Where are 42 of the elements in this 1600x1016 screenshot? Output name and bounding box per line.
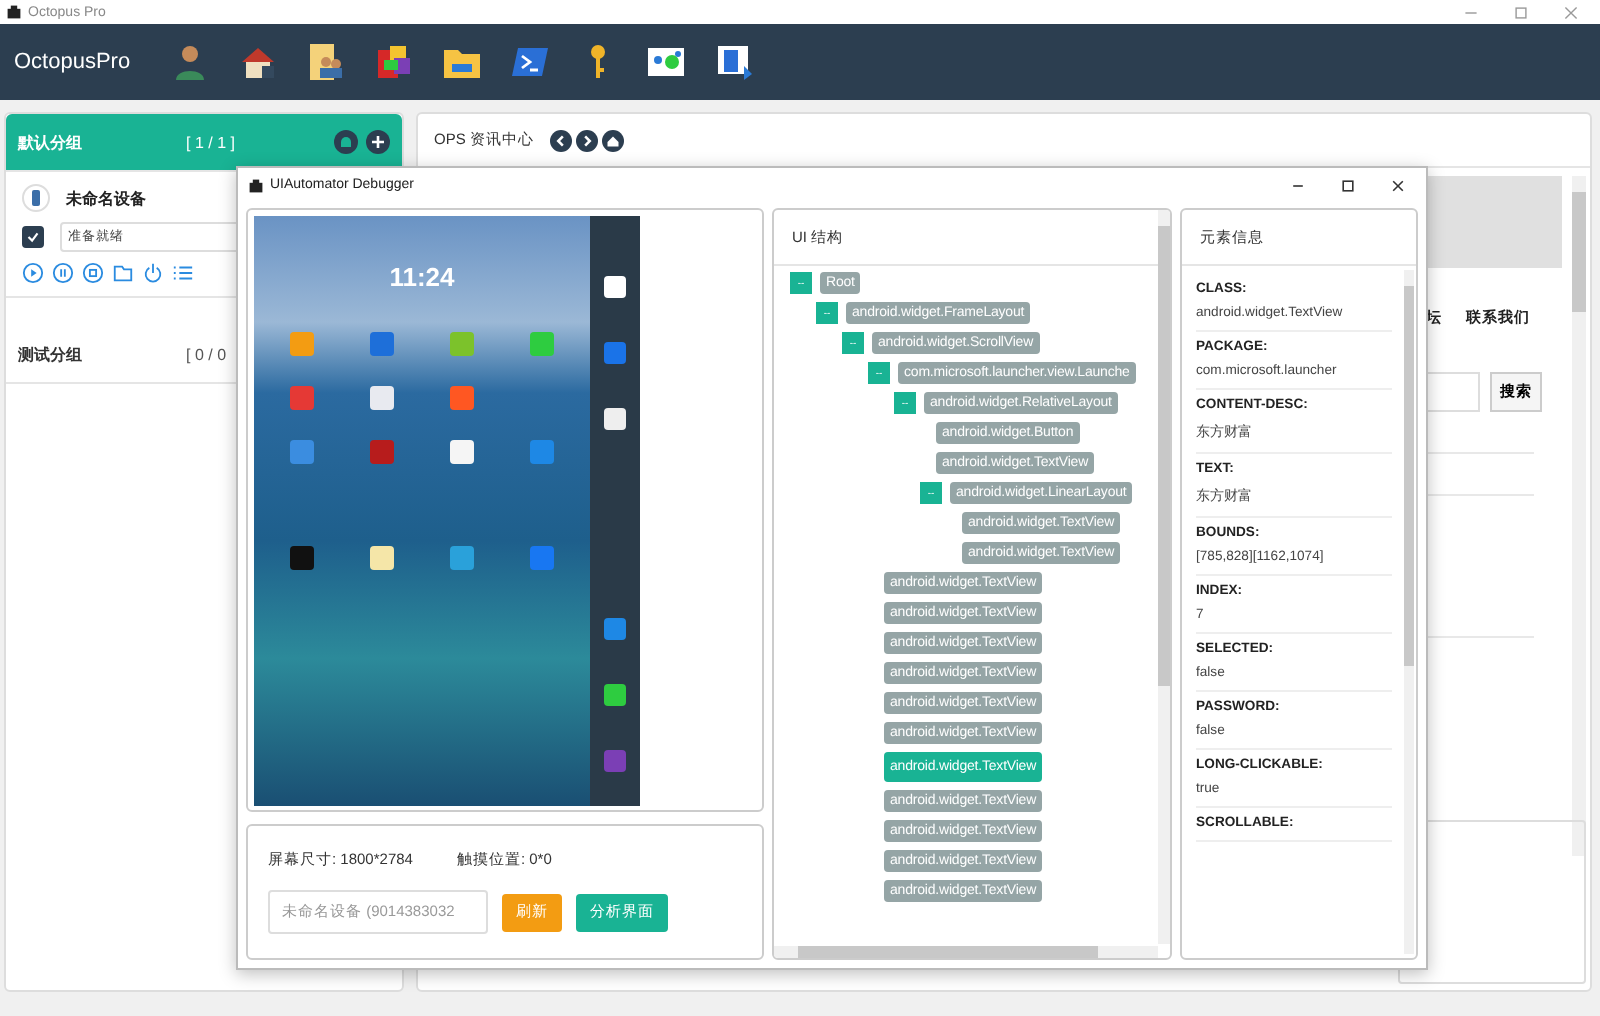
group-count: [ 1 / 1 ] bbox=[186, 133, 235, 151]
device-name: 未命名设备 bbox=[66, 187, 146, 209]
house-icon[interactable] bbox=[238, 42, 278, 82]
group-name: 测试分组 bbox=[18, 343, 84, 365]
pause-icon[interactable] bbox=[52, 262, 74, 284]
app-icon[interactable] bbox=[604, 342, 626, 364]
cubes-icon[interactable] bbox=[374, 42, 414, 82]
add-icon[interactable] bbox=[366, 130, 390, 154]
group-count: [ 0 / 0 bbox=[186, 345, 227, 363]
forward-icon[interactable] bbox=[575, 129, 598, 151]
phone-icon bbox=[22, 184, 50, 212]
home-icon[interactable] bbox=[601, 129, 624, 151]
scrollbar[interactable] bbox=[1404, 270, 1414, 954]
list-icon[interactable] bbox=[172, 262, 194, 284]
scrollbar[interactable] bbox=[1572, 176, 1586, 856]
window-arrow-icon[interactable] bbox=[714, 42, 754, 82]
play-icon[interactable] bbox=[22, 262, 44, 284]
folder-icon[interactable] bbox=[112, 262, 134, 284]
app-icon[interactable] bbox=[604, 618, 626, 640]
network-icon[interactable] bbox=[646, 42, 686, 82]
back-icon[interactable] bbox=[549, 129, 572, 151]
app-icon[interactable] bbox=[604, 276, 626, 298]
close-icon[interactable] bbox=[1390, 177, 1406, 193]
brand-name: OctopusPro bbox=[12, 50, 133, 74]
scrollbar[interactable] bbox=[774, 946, 1158, 958]
clock-text: 11:24 bbox=[389, 262, 455, 292]
group-header[interactable]: 默认分组 [ 1 / 1 ] bbox=[6, 114, 402, 172]
app-icon[interactable] bbox=[370, 546, 394, 570]
scrollbar[interactable] bbox=[1158, 210, 1170, 944]
group-name: 默认分组 bbox=[18, 131, 84, 153]
maximize-icon[interactable] bbox=[1340, 177, 1356, 193]
stop-icon[interactable] bbox=[82, 262, 104, 284]
person-icon[interactable] bbox=[170, 42, 210, 82]
app-icon bbox=[6, 4, 22, 20]
app-icon bbox=[248, 177, 264, 193]
users-folder-icon[interactable] bbox=[306, 42, 346, 82]
app-icon[interactable] bbox=[604, 684, 626, 706]
app-icon[interactable] bbox=[450, 440, 474, 464]
app-icon[interactable] bbox=[604, 408, 626, 430]
terminal-icon[interactable] bbox=[510, 42, 550, 82]
power-icon[interactable] bbox=[142, 262, 164, 284]
device-checkbox[interactable] bbox=[22, 226, 44, 248]
